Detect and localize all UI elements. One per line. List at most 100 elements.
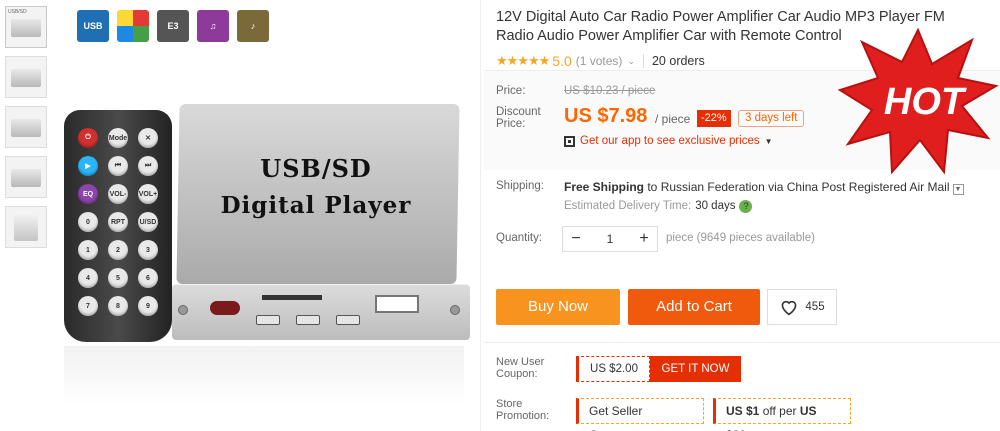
quantity-stepper: − 1 +	[562, 226, 658, 252]
coupon-value: US $2.00	[576, 356, 650, 382]
usb-port	[375, 295, 419, 313]
get-it-now-button[interactable]: GET IT NOW	[650, 356, 741, 382]
new-user-label-line1: New User	[496, 356, 545, 368]
discount-price-label-1: Discount	[496, 106, 541, 118]
remote-button: 0	[78, 212, 98, 232]
power-icon: ⏻	[78, 128, 98, 148]
orders-count: 20 orders	[651, 54, 705, 68]
quantity-input[interactable]: 1	[589, 227, 631, 251]
chevron-down-icon[interactable]: ▼	[952, 184, 964, 195]
thumbnail[interactable]: USB/SD	[5, 6, 47, 48]
decrease-button[interactable]: −	[563, 227, 589, 251]
shipping-value[interactable]: Free Shipping to Russian Federation via …	[564, 180, 984, 195]
thumbnail-image	[14, 215, 38, 241]
product-main-image[interactable]: ⏻ Mode ✕ ▶ ⏮ ⏭ EQ VOL- VOL+ 0 RPT U/SD 1…	[60, 100, 470, 430]
front-button	[296, 315, 320, 325]
original-price: US $10.23 / piece	[564, 85, 656, 97]
availability-text: piece (9649 pieces available)	[666, 232, 815, 244]
next-icon: ⏭	[138, 156, 158, 176]
store-label-line1: Store	[496, 398, 523, 410]
thumbnail[interactable]	[5, 106, 47, 148]
buy-now-button[interactable]: Buy Now	[496, 289, 620, 325]
delivery-value: 30 days	[695, 200, 736, 212]
add-to-cart-button[interactable]: Add to Cart	[628, 289, 760, 325]
thumbnail[interactable]	[5, 156, 47, 198]
thumbnail[interactable]	[5, 56, 47, 98]
seller-coupons-text: Get Seller Coupons	[589, 404, 643, 431]
quantity-label: Quantity:	[496, 232, 543, 244]
media-icon: ♪	[237, 10, 269, 42]
hot-badge: HOT	[837, 27, 999, 175]
days-left-badge: 3 days left	[738, 110, 805, 127]
windows-icon	[117, 10, 149, 42]
hot-text: HOT	[884, 81, 967, 123]
remote-button: 4	[78, 268, 98, 288]
usb-icon: USB	[77, 10, 109, 42]
store-label-line2: Promotion:	[496, 410, 550, 422]
headphone-icon: ♫	[197, 10, 229, 42]
box-label-line2: Digital Player	[220, 192, 412, 219]
thumbnail[interactable]	[5, 206, 47, 248]
ir-sensor	[210, 301, 240, 315]
column-divider	[480, 0, 481, 431]
divider	[642, 54, 644, 68]
front-button	[336, 315, 360, 325]
thumbnail-image	[11, 169, 41, 187]
mute-icon: ✕	[138, 128, 158, 148]
sd-slot	[262, 295, 322, 300]
heart-icon	[782, 300, 797, 316]
player-box-image: USB/SD Digital Player	[172, 104, 470, 340]
remote-button: U/SD	[138, 212, 158, 232]
remote-control-image: ⏻ Mode ✕ ▶ ⏮ ⏭ EQ VOL- VOL+ 0 RPT U/SD 1…	[64, 110, 172, 342]
thumbnail-label: USB/SD	[8, 9, 27, 15]
discount-price-label-2: Price:	[496, 118, 526, 130]
app-price-text: Get our app to see exclusive prices	[580, 135, 760, 147]
remote-button: VOL+	[138, 184, 158, 204]
chevron-down-icon[interactable]: ⌄	[627, 56, 635, 67]
new-user-coupon-label: New User Coupon:	[496, 356, 544, 380]
wishlist-count: 455	[805, 301, 825, 313]
divider	[484, 342, 1000, 343]
screw-icon	[450, 305, 460, 315]
app-price-link[interactable]: Get our app to see exclusive prices ▼	[564, 135, 773, 147]
new-user-label-line2: Coupon:	[496, 368, 538, 380]
seller-coupons-button[interactable]: Get Seller Coupons▼	[576, 398, 704, 431]
wishlist-button[interactable]: 455	[767, 289, 837, 325]
thumbnail-image	[11, 19, 41, 37]
rating-score: 5.0	[552, 53, 572, 69]
remote-button: 7	[78, 296, 98, 316]
store-discount-text: off per	[759, 404, 800, 418]
front-button	[256, 315, 280, 325]
store-discount-amount: US $1	[726, 404, 760, 418]
thumbnail-list: USB/SD	[5, 6, 47, 256]
remote-button: 3	[138, 240, 158, 260]
store-discount-button[interactable]: US $1 off per US $39▼	[713, 398, 851, 431]
prev-icon: ⏮	[108, 156, 128, 176]
store-promotion-label: Store Promotion:	[496, 398, 549, 422]
discount-price: US $7.98	[564, 105, 648, 127]
help-icon[interactable]: ?	[739, 200, 753, 213]
remote-button: 2	[108, 240, 128, 260]
star-rating-icon: ★★★★★	[496, 53, 550, 68]
delivery-label: Estimated Delivery Time:	[564, 200, 692, 212]
remote-button: 8	[108, 296, 128, 316]
qr-code-icon	[564, 135, 575, 147]
remote-button: EQ	[78, 184, 98, 204]
thumbnail-image	[11, 119, 41, 137]
price-unit: / piece	[655, 112, 691, 126]
player-box-front	[172, 284, 470, 340]
shipping-label: Shipping:	[496, 180, 544, 192]
new-user-coupon: US $2.00 GET IT NOW	[576, 356, 741, 382]
votes-link[interactable]: (1 votes)	[576, 54, 623, 68]
shipping-destination: to Russian Federation via China Post Reg…	[644, 180, 950, 194]
screw-icon	[178, 305, 188, 315]
play-icon: ▶	[78, 156, 98, 176]
free-shipping-text: Free Shipping	[564, 180, 645, 194]
remote-button: 1	[78, 240, 98, 260]
box-label-line1: USB/SD	[260, 154, 372, 183]
price-label: Price:	[496, 85, 526, 97]
delivery-estimate: Estimated Delivery Time: 30 days?	[564, 200, 753, 213]
increase-button[interactable]: +	[631, 227, 657, 251]
remote-button: 9	[138, 296, 158, 316]
remote-button: VOL-	[108, 184, 128, 204]
